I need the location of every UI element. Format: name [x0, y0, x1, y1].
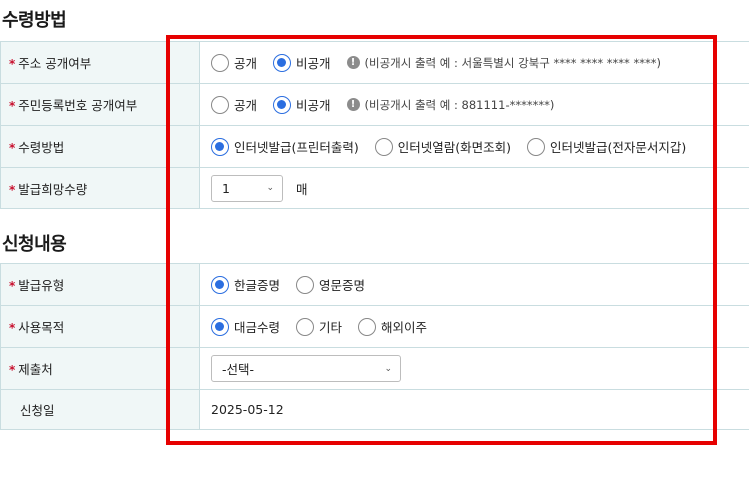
address-privacy-hint: ! (비공개시 출력 예 : 서울특별시 강북구 **** **** **** *… — [346, 55, 661, 71]
required-mark: * — [9, 57, 16, 71]
chevron-down-icon: ⌄ — [384, 363, 392, 374]
radio-label: 대금수령 — [234, 320, 281, 335]
radio-label: 해외이주 — [381, 320, 428, 335]
hint-text: (비공개시 출력 예 : 서울특별시 강북구 **** **** **** **… — [364, 55, 661, 70]
required-mark: * — [9, 99, 16, 113]
radio-label: 공개 — [234, 56, 258, 71]
row-label: 신청일 — [20, 403, 55, 418]
row-value-cell: 공개 비공개 ! (비공개시 출력 예 : 서울특별시 강북구 **** ****… — [199, 41, 749, 84]
radio-checked-icon[interactable] — [211, 137, 229, 156]
radio-label: 비공개 — [296, 98, 331, 113]
chevron-down-icon: ⌄ — [266, 183, 274, 193]
quantity-unit: 매 — [295, 181, 308, 197]
radio-unchecked-icon[interactable] — [296, 275, 314, 294]
radio-korean-cert[interactable]: 한글증명 — [211, 275, 280, 294]
required-mark: * — [9, 321, 16, 335]
quantity-select[interactable]: 1 ⌄ — [211, 174, 283, 202]
row-label: 사용목적 — [18, 320, 65, 335]
radio-purpose-emigration[interactable]: 해외이주 — [358, 317, 427, 336]
form-row-issue-type: * 발급유형 한글증명 영문증명 — [0, 263, 749, 306]
row-label: 발급희망수량 — [18, 181, 88, 197]
hint-text: (비공개시 출력 예 : 881111-*******) — [364, 97, 555, 112]
row-value-cell: 1 ⌄ 매 — [199, 167, 749, 209]
row-label: 수령방법 — [18, 140, 65, 155]
radio-unchecked-icon[interactable] — [211, 95, 229, 114]
row-label-cell: * 제출처 — [0, 347, 200, 390]
radio-unchecked-icon[interactable] — [527, 137, 545, 156]
row-label: 주소 공개여부 — [18, 56, 92, 71]
radio-label: 비공개 — [296, 56, 331, 71]
radio-rrn-private[interactable]: 비공개 — [273, 95, 331, 114]
radio-label: 기타 — [319, 320, 343, 335]
required-mark: * — [9, 182, 16, 197]
info-icon: ! — [346, 98, 360, 111]
form-row-submit-to: * 제출처 -선택- ⌄ — [0, 347, 749, 390]
radio-purpose-other[interactable]: 기타 — [296, 317, 342, 336]
application-details-form: * 발급유형 한글증명 영문증명 * 사용목적 대금수령 기타 해외이주 * 제출처 … — [0, 263, 749, 430]
required-mark: * — [9, 141, 16, 155]
row-label: 주민등록번호 공개여부 — [18, 98, 138, 113]
radio-checked-icon[interactable] — [273, 95, 291, 114]
radio-unchecked-icon[interactable] — [374, 137, 393, 156]
application-date-value: 2025-05-12 — [211, 402, 284, 417]
submit-to-select[interactable]: -선택- ⌄ — [211, 355, 401, 382]
radio-label: 공개 — [234, 98, 258, 113]
row-label-cell: * 사용목적 — [0, 305, 200, 348]
select-value: -선택- — [222, 362, 255, 377]
row-value-cell: 인터넷발급(프린터출력) 인터넷열람(화면조회) 인터넷발급(전자문서지갑) — [199, 125, 749, 168]
info-icon: ! — [346, 56, 360, 69]
rrn-privacy-hint: ! (비공개시 출력 예 : 881111-*******) — [346, 97, 555, 113]
row-value-cell: 공개 비공개 ! (비공개시 출력 예 : 881111-*******) — [199, 83, 749, 126]
form-row-address-disclosure: * 주소 공개여부 공개 비공개 ! (비공개시 출력 예 : 서울특별시 강북구 … — [0, 41, 749, 84]
radio-label: 영문증명 — [319, 278, 366, 293]
row-value-cell: 대금수령 기타 해외이주 — [199, 305, 749, 348]
row-value-cell: 2025-05-12 — [199, 389, 749, 430]
radio-label: 인터넷발급(프린터출력) — [234, 140, 359, 155]
required-mark: * — [9, 363, 16, 377]
radio-internet-print[interactable]: 인터넷발급(프린터출력) — [211, 137, 359, 156]
radio-checked-icon[interactable] — [211, 317, 229, 336]
radio-checked-icon[interactable] — [211, 275, 229, 294]
row-value-cell: 한글증명 영문증명 — [199, 263, 749, 306]
row-label-cell: * 주민등록번호 공개여부 — [0, 83, 200, 126]
row-label-cell: * 발급유형 — [0, 263, 200, 306]
form-row-application-date: 신청일 2025-05-12 — [0, 389, 749, 430]
radio-address-private[interactable]: 비공개 — [273, 53, 331, 72]
radio-checked-icon[interactable] — [273, 53, 291, 72]
row-label-cell: * 수령방법 — [0, 125, 200, 168]
radio-rrn-public[interactable]: 공개 — [211, 95, 257, 114]
receive-method-form: * 주소 공개여부 공개 비공개 ! (비공개시 출력 예 : 서울특별시 강북구 … — [0, 41, 749, 209]
radio-label: 인터넷열람(화면조회) — [397, 140, 512, 155]
radio-unchecked-icon[interactable] — [211, 53, 229, 72]
radio-purpose-payment[interactable]: 대금수령 — [211, 317, 280, 336]
form-row-purpose: * 사용목적 대금수령 기타 해외이주 — [0, 305, 749, 348]
select-value: 1 — [222, 180, 230, 196]
section-title-application-details: 신청내용 — [2, 234, 67, 255]
row-label-cell: * 발급희망수량 — [0, 167, 200, 209]
radio-internet-wallet[interactable]: 인터넷발급(전자문서지갑) — [527, 137, 686, 156]
radio-unchecked-icon[interactable] — [296, 317, 314, 336]
radio-address-public[interactable]: 공개 — [211, 53, 257, 72]
row-label: 발급유형 — [18, 278, 65, 293]
form-row-quantity: * 발급희망수량 1 ⌄ 매 — [0, 167, 749, 209]
row-label-cell: * 주소 공개여부 — [0, 41, 200, 84]
radio-internet-view[interactable]: 인터넷열람(화면조회) — [374, 137, 512, 156]
row-label-cell: 신청일 — [0, 389, 200, 430]
radio-label: 인터넷발급(전자문서지갑) — [550, 140, 687, 155]
section-title-receive-method: 수령방법 — [2, 10, 67, 31]
radio-unchecked-icon[interactable] — [358, 317, 376, 336]
form-row-rrn-disclosure: * 주민등록번호 공개여부 공개 비공개 ! (비공개시 출력 예 : 881111… — [0, 83, 749, 126]
row-value-cell: -선택- ⌄ — [199, 347, 749, 390]
form-row-receive-method: * 수령방법 인터넷발급(프린터출력) 인터넷열람(화면조회) 인터넷발급(전자문… — [0, 125, 749, 168]
row-label: 제출처 — [18, 362, 53, 377]
required-mark: * — [9, 279, 16, 293]
radio-label: 한글증명 — [234, 278, 281, 293]
radio-english-cert[interactable]: 영문증명 — [296, 275, 365, 294]
